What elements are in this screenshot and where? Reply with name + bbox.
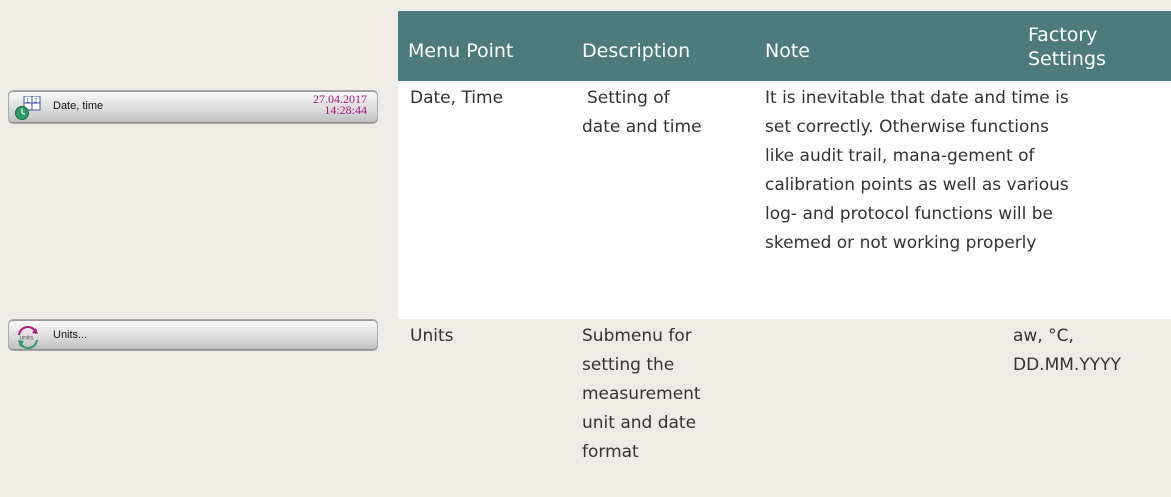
units-label: Units... bbox=[53, 329, 88, 341]
header-note: Note bbox=[765, 40, 810, 62]
header-menu-point: Menu Point bbox=[408, 40, 514, 62]
cell-menu-point: Date, Time bbox=[410, 88, 504, 108]
cell-description: Setting of date and time bbox=[582, 88, 702, 137]
svg-text:units: units bbox=[20, 335, 34, 342]
table-row: Date, Time Setting of date and time It i… bbox=[398, 81, 1171, 319]
units-refresh-icon: units bbox=[15, 325, 41, 349]
calendar-clock-icon: 1 2 bbox=[15, 95, 41, 120]
cell-factory-settings: aw, °C, DD.MM.YYYY bbox=[1013, 326, 1121, 375]
header-factory-settings: Factory Settings bbox=[1028, 24, 1106, 70]
date-time-label: Date, time bbox=[53, 100, 104, 112]
cell-description: Submenu for setting the measurement unit… bbox=[582, 326, 701, 462]
header-description: Description bbox=[582, 40, 691, 62]
current-time: 14:28:44 bbox=[324, 103, 367, 117]
cell-note: It is inevitable that date and time is s… bbox=[765, 88, 1069, 253]
cell-menu-point: Units bbox=[410, 326, 454, 346]
table-header: Menu Point Description Note Factory Sett… bbox=[398, 11, 1171, 81]
units-menu-item[interactable]: units Units... bbox=[8, 319, 378, 351]
current-datetime: 27.04.2017 14:28:44 bbox=[313, 93, 367, 117]
settings-table: Menu Point Description Note Factory Sett… bbox=[398, 11, 1171, 497]
date-time-menu-item[interactable]: 1 2 Date, time 27.04.2017 14:28:44 bbox=[8, 90, 378, 124]
table-row: Units Submenu for setting the measuremen… bbox=[398, 319, 1171, 497]
